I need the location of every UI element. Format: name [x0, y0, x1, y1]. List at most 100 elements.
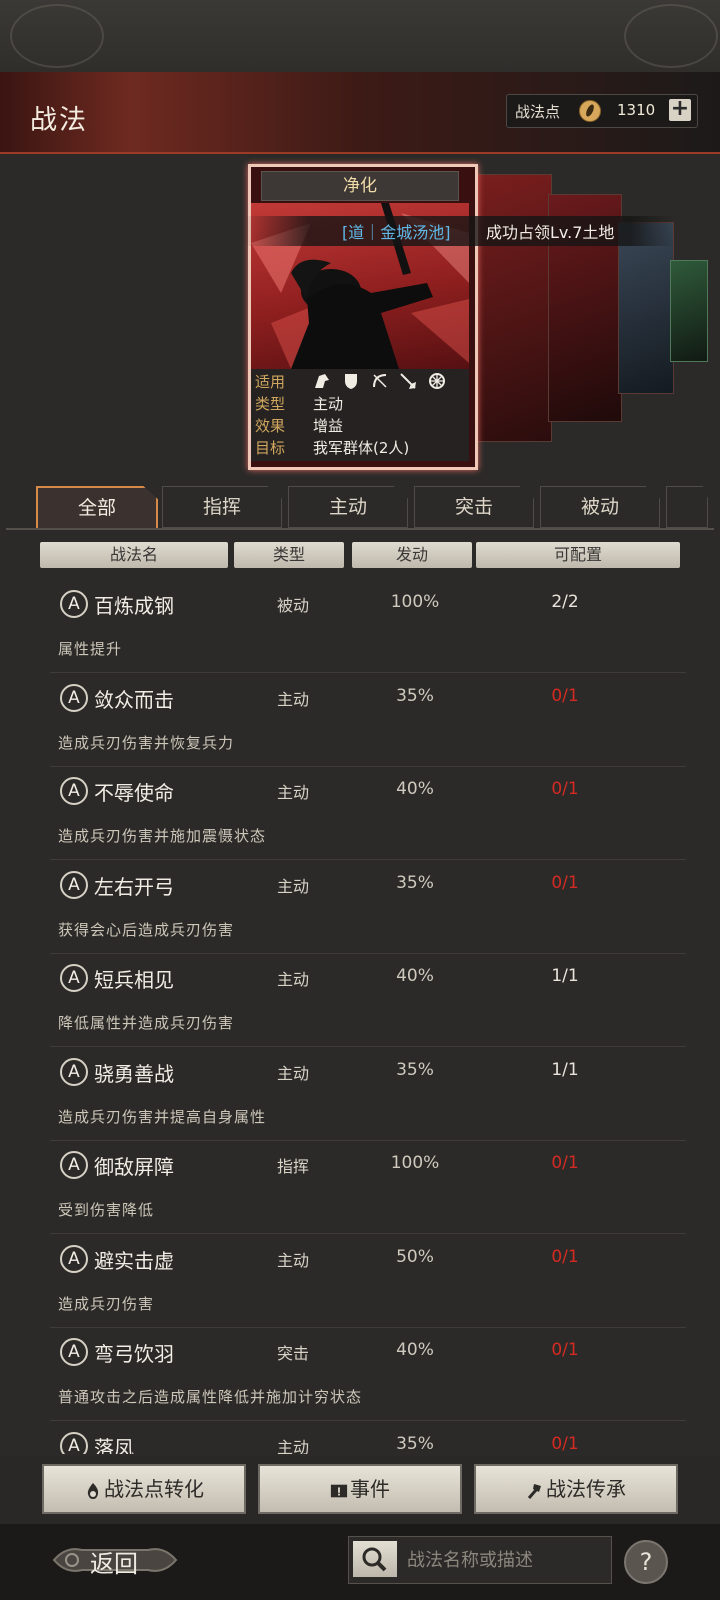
config-count: 0/1	[551, 1433, 579, 1454]
skill-type: 主动	[276, 783, 309, 802]
banner-tag: [道｜金城汤池]	[342, 223, 451, 242]
bow-icon	[372, 373, 387, 388]
card-thumbnail[interactable]	[470, 174, 552, 442]
skill-type: 主动	[276, 876, 309, 896]
info-value: 增益	[313, 417, 344, 435]
skill-name: 不辱使命	[94, 781, 174, 805]
skill-type: 主动	[276, 1063, 309, 1083]
skill-name: 短兵相见	[94, 968, 174, 992]
back-label: 返回	[90, 1550, 138, 1578]
tab-assault[interactable]: 突击	[414, 486, 534, 528]
skill-type: 主动	[276, 1250, 309, 1270]
skill-description: 普通攻击之后造成属性降低并施加计穷状态	[58, 1388, 363, 1406]
footer-bar: 返回 ?	[0, 1524, 720, 1600]
table-row[interactable]: A 骁勇善战 主动 35% 1/1 造成兵刃伤害并提高自身属性	[50, 1046, 686, 1141]
grade-badge: A	[60, 870, 88, 899]
add-points-button[interactable]: +	[669, 98, 691, 121]
table-row[interactable]: A 百炼成钢 被动 100% 2/2 属性提升	[50, 578, 686, 673]
column-header-name[interactable]: 战法名	[40, 542, 228, 568]
skill-description: 获得会心后造成兵刃伤害	[58, 920, 235, 939]
search-input[interactable]	[405, 1545, 605, 1575]
grade-badge: A	[60, 1431, 88, 1454]
table-row[interactable]: A 敛众而击 主动 35% 0/1 造成兵刃伤害并恢复兵力	[50, 672, 686, 767]
skill-list[interactable]: A 百炼成钢 被动 100% 2/2 属性提升 A 敛众而击 主动 35% 0/1 造成兵刃伤害并恢复…	[0, 578, 720, 1454]
info-value: 我军群体(2人)	[313, 439, 410, 457]
skill-name: 避实击虚	[94, 1248, 174, 1273]
info-row-target: 目标 我军群体(2人)	[255, 437, 465, 459]
grade-badge: A	[60, 590, 88, 618]
table-row[interactable]: A 左右开弓 主动 35% 0/1 获得会心后造成兵刃伤害	[50, 859, 686, 954]
info-row-effect: 效果 增益	[255, 415, 465, 437]
info-row-applicable: 适用	[255, 371, 465, 393]
skill-type: 主动	[276, 1437, 309, 1455]
grade-badge: A	[60, 1151, 88, 1179]
info-row-type: 类型 主动	[255, 393, 465, 415]
skill-name: 御敌屏障	[94, 1155, 174, 1179]
grade-badge: A	[60, 1244, 88, 1273]
spear-icon	[400, 372, 417, 389]
skill-name: 敛众而击	[94, 687, 174, 712]
table-row[interactable]: A 短兵相见 主动 40% 1/1 降低属性并造成兵刃伤害	[50, 952, 686, 1047]
tab-passive[interactable]: 被动	[540, 486, 660, 528]
skill-description: 降低属性并造成兵刃伤害	[58, 1014, 235, 1032]
trigger-rate: 50%	[396, 1246, 434, 1267]
table-row[interactable]: A 避实击虚 主动 50% 0/1 造成兵刃伤害	[50, 1233, 686, 1328]
tab-divider	[6, 528, 714, 530]
skill-points-value: 1310	[617, 101, 656, 119]
trigger-rate: 35%	[396, 1059, 434, 1080]
skill-name: 左右开弓	[94, 874, 174, 899]
config-count: 0/1	[551, 1246, 579, 1267]
wheel-icon	[429, 372, 446, 389]
skill-name: 百炼成钢	[94, 594, 174, 618]
config-count: 0/1	[551, 1153, 579, 1173]
column-header-trigger[interactable]: 发动	[352, 542, 472, 568]
grade-badge: A	[60, 1338, 88, 1366]
search-bar	[348, 1536, 612, 1584]
table-row[interactable]: A 不辱使命 主动 40% 0/1 造成兵刃伤害并施加震慑状态	[50, 765, 686, 860]
column-header-type[interactable]: 类型	[234, 542, 344, 568]
trigger-rate: 35%	[396, 872, 434, 893]
back-button[interactable]: 返回	[52, 1540, 178, 1580]
skill-type: 突击	[276, 1344, 309, 1363]
tab-active[interactable]: 主动	[288, 486, 408, 528]
column-header-configurable[interactable]: 可配置	[476, 542, 680, 568]
unit-type-icons	[313, 371, 452, 390]
config-count: 0/1	[551, 779, 579, 799]
top-decoration	[0, 0, 720, 72]
config-count: 1/1	[551, 966, 579, 986]
skill-type: 主动	[276, 970, 309, 989]
table-row[interactable]: A 御敌屏障 指挥 100% 0/1 受到伤害降低	[50, 1139, 686, 1234]
card-thumbnail[interactable]	[618, 222, 674, 394]
banner-text: 成功占领Lv.7土地	[486, 223, 615, 242]
page-title: 战法	[30, 105, 88, 136]
inherit-skill-button[interactable]: 战法传承	[474, 1464, 678, 1514]
convert-points-button[interactable]: 战法点转化	[42, 1464, 246, 1514]
event-alert-icon	[330, 1484, 348, 1497]
table-row[interactable]: A 落凤 主动 35% 0/1	[50, 1420, 686, 1455]
skill-description: 造成兵刃伤害并施加震慑状态	[58, 827, 267, 845]
skill-description: 造成兵刃伤害并恢复兵力	[58, 733, 235, 752]
tab-all[interactable]: 全部	[36, 486, 158, 530]
tab-command[interactable]: 指挥	[162, 486, 282, 528]
card-thumbnail[interactable]	[670, 260, 708, 362]
tab-more[interactable]	[666, 486, 708, 528]
skill-name: 骁勇善战	[94, 1061, 174, 1086]
grade-badge: A	[60, 777, 88, 805]
help-button[interactable]: ?	[624, 1540, 668, 1584]
cloud-ornament	[624, 4, 718, 68]
info-key: 效果	[255, 417, 286, 435]
search-button[interactable]	[353, 1541, 397, 1577]
trigger-rate: 100%	[390, 1153, 440, 1173]
trigger-rate: 40%	[396, 966, 434, 986]
events-button[interactable]: 事件	[258, 1464, 462, 1514]
skill-name: 落凤	[94, 1435, 134, 1455]
info-key: 目标	[255, 439, 286, 457]
selected-skill-card[interactable]: 净化 适用 类型 主动 效果 增益 目标 我军群体(2人)	[248, 164, 478, 470]
skill-name: 弯弓饮羽	[94, 1342, 174, 1366]
trigger-rate: 35%	[396, 685, 434, 706]
cavalry-icon	[315, 373, 329, 388]
trigger-rate: 40%	[396, 779, 434, 799]
card-skill-name: 净化	[261, 171, 459, 201]
flame-icon	[87, 1482, 99, 1499]
table-row[interactable]: A 弯弓饮羽 突击 40% 0/1 普通攻击之后造成属性降低并施加计穷状态	[50, 1326, 686, 1421]
